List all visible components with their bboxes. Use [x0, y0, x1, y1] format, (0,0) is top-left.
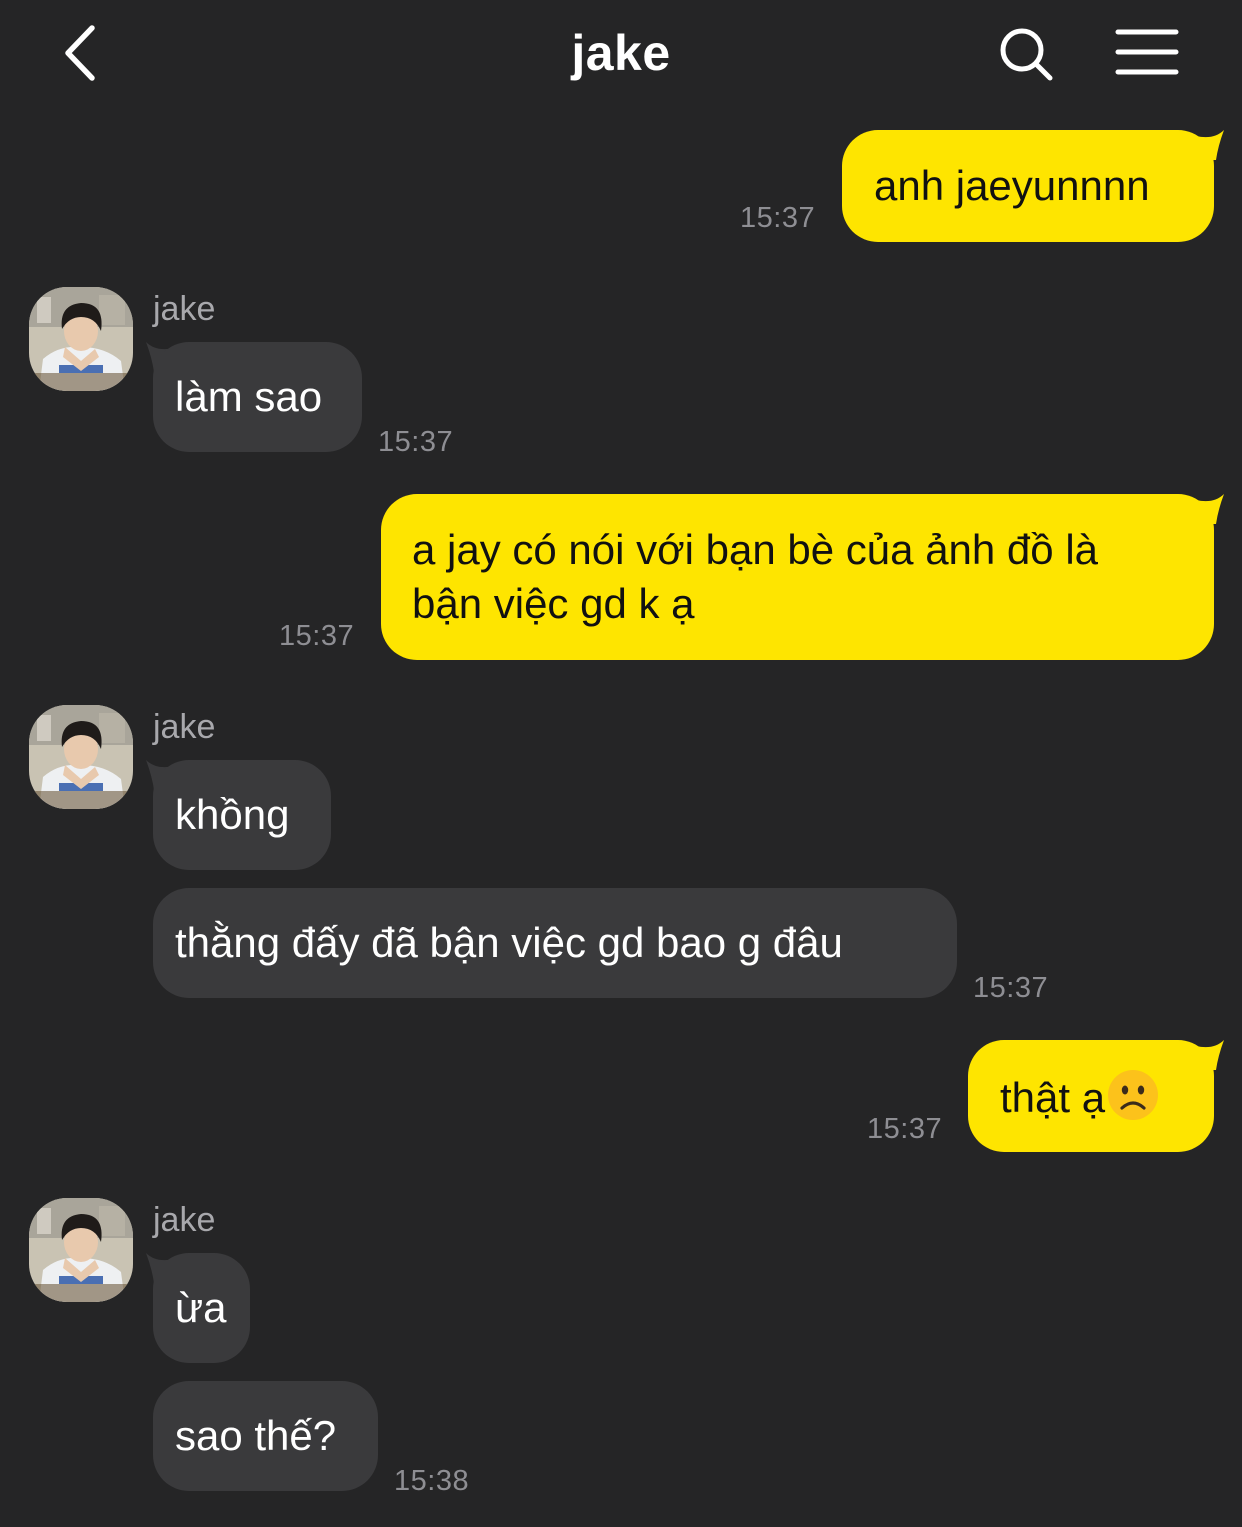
search-icon	[1000, 28, 1053, 81]
sender-name: jake	[153, 1201, 216, 1239]
search-button[interactable]	[996, 24, 1056, 84]
message-text: làm sao	[175, 373, 323, 420]
outgoing-message-bubble[interactable]: thật ạ	[968, 1040, 1214, 1152]
message-timestamp: 15:37	[378, 426, 454, 458]
message-timestamp: 15:37	[973, 972, 1049, 1004]
incoming-message-bubble[interactable]: khồng	[153, 760, 331, 870]
message-text: thật ạ	[1000, 1074, 1106, 1121]
menu-icon	[1115, 29, 1179, 75]
message-text: thằng đấy đã bận việc gd bao g đâu	[175, 919, 843, 966]
message-text-line: a jay có nói với bạn bè của ảnh đồ là	[412, 526, 1099, 573]
message-text: khồng	[175, 791, 290, 838]
incoming-message-bubble[interactable]: thằng đấy đã bận việc gd bao g đâu	[153, 888, 957, 998]
incoming-message-bubble[interactable]: sao thế?	[153, 1381, 378, 1491]
avatar[interactable]	[29, 287, 133, 391]
message-text: anh jaeyunnnn	[874, 162, 1150, 209]
message-timestamp: 15:37	[279, 620, 355, 652]
incoming-message-bubble[interactable]: ừa	[153, 1253, 250, 1363]
message-timestamp: 15:37	[740, 202, 816, 234]
incoming-message-bubble[interactable]: làm sao	[153, 342, 362, 452]
message-text-line: bận việc gd k ạ	[412, 580, 695, 627]
message-text: ừa	[175, 1284, 227, 1331]
outgoing-message-bubble[interactable]: anh jaeyunnnn	[842, 130, 1214, 242]
message-text: sao thế?	[175, 1412, 337, 1459]
chat-header: jake	[0, 0, 1242, 110]
avatar[interactable]	[29, 1198, 133, 1302]
menu-button[interactable]	[1114, 26, 1180, 78]
frowning-face-emoji-icon	[1107, 1069, 1159, 1121]
sender-name: jake	[153, 708, 216, 746]
sender-name: jake	[153, 290, 216, 328]
outgoing-message-bubble[interactable]: a jay có nói với bạn bè của ảnh đồ là bậ…	[381, 494, 1214, 660]
message-timestamp: 15:37	[867, 1113, 943, 1145]
message-timestamp: 15:38	[394, 1465, 470, 1497]
avatar[interactable]	[29, 705, 133, 809]
